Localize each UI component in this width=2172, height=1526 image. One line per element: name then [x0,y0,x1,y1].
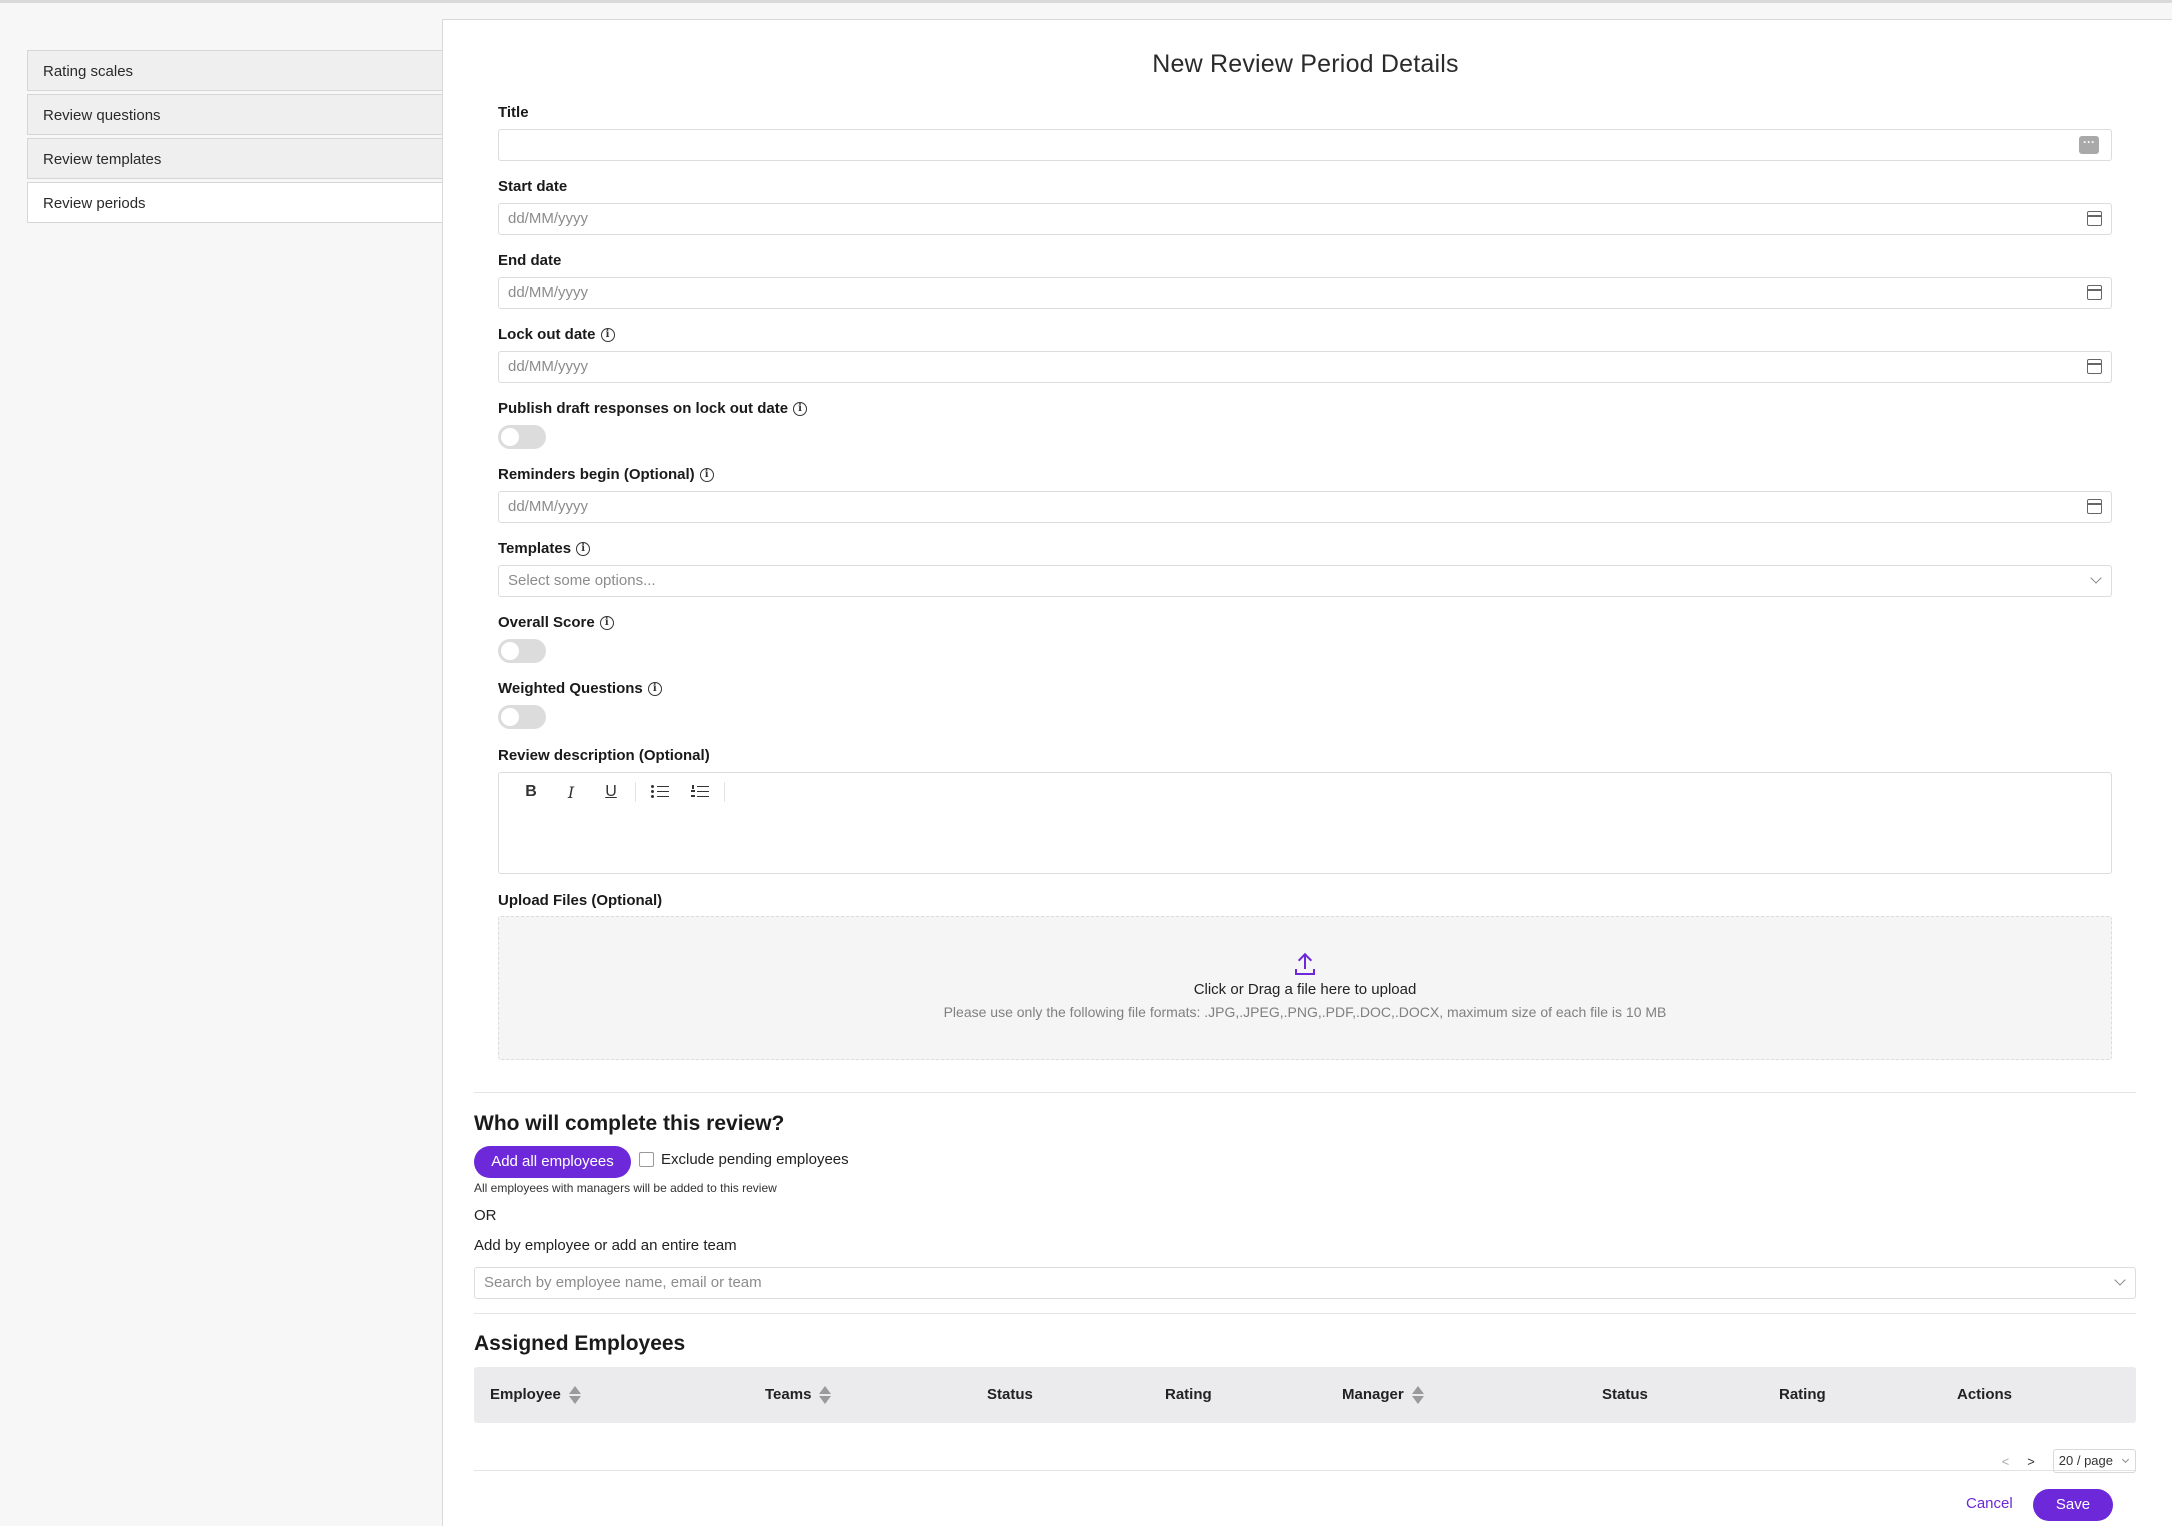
toolbar-divider [635,782,636,802]
column-manager-rating: Rating [1779,1386,1826,1403]
settings-sidebar: Rating scales Review questions Review te… [27,50,443,226]
numbered-list-icon [691,785,709,799]
reminders-input[interactable]: dd/MM/yyyy [498,491,2112,523]
employee-search-select[interactable]: Search by employee name, email or team [474,1267,2136,1299]
start-date-label: Start date [498,178,568,195]
sidebar-item-review-questions[interactable]: Review questions [27,94,443,135]
numbered-list-button[interactable] [680,779,720,805]
start-date-input[interactable]: dd/MM/yyyy [498,203,2112,235]
info-icon[interactable]: i [793,401,808,416]
assigned-employees-title: Assigned Employees [474,1332,686,1355]
sidebar-item-review-periods[interactable]: Review periods [27,182,443,223]
info-icon[interactable]: i [647,681,662,696]
more-options-icon[interactable]: ··· [2079,136,2099,154]
lockout-date-label: Lock out date i [498,326,615,343]
next-page-button[interactable]: > [2027,1454,2035,1469]
overall-score-toggle[interactable] [498,639,546,663]
bold-button[interactable]: B [511,779,551,805]
add-by-text: Add by employee or add an entire team [474,1237,737,1254]
column-teams[interactable]: Teams [765,1367,832,1423]
page-title: New Review Period Details [1152,50,1459,78]
exclude-pending-option[interactable]: Exclude pending employees [639,1151,849,1168]
info-icon[interactable]: i [576,541,591,556]
column-status: Status [987,1386,1033,1403]
description-editor[interactable]: B I U [498,772,2112,874]
or-text: OR [474,1207,497,1224]
prev-page-button[interactable]: < [2002,1454,2010,1469]
column-manager-status: Status [1602,1386,1648,1403]
bullet-list-icon [651,785,669,799]
column-rating: Rating [1165,1386,1212,1403]
info-icon[interactable]: i [599,615,614,630]
calendar-icon[interactable] [2087,211,2102,226]
chevron-down-icon [2121,1455,2130,1464]
description-label: Review description (Optional) [498,747,710,764]
upload-instruction: Click or Drag a file here to upload [1193,981,1417,998]
calendar-icon[interactable] [2087,359,2102,374]
weighted-questions-toggle[interactable] [498,705,546,729]
toolbar-divider [724,782,725,802]
templates-select[interactable]: Select some options... [498,565,2112,597]
upload-format-hint: Please use only the following file forma… [943,1004,1667,1020]
templates-label: Templates i [498,540,591,557]
add-all-note: All employees with managers will be adde… [474,1181,777,1195]
chevron-down-icon [2090,572,2102,584]
publish-draft-toggle[interactable] [498,425,546,449]
upload-label: Upload Files (Optional) [498,892,663,909]
sort-icon[interactable] [568,1386,581,1404]
sidebar-item-review-templates[interactable]: Review templates [27,138,443,179]
italic-button[interactable]: I [551,779,591,805]
exclude-pending-checkbox[interactable] [639,1152,654,1167]
weighted-questions-label: Weighted Questions i [498,680,662,697]
column-manager[interactable]: Manager [1342,1367,1424,1423]
cancel-button[interactable]: Cancel [1966,1495,2013,1512]
sort-icon[interactable] [819,1386,832,1404]
publish-draft-label: Publish draft responses on lock out date… [498,400,808,417]
assigned-employees-table-header: Employee Teams Status Rating Manager Sta… [474,1367,2136,1423]
info-icon[interactable]: i [699,467,714,482]
end-date-label: End date [498,252,562,269]
review-period-form: New Review Period Details Title ··· Star… [442,19,2172,1526]
upload-icon [1295,952,1315,975]
calendar-icon[interactable] [2087,499,2102,514]
underline-button[interactable]: U [591,779,631,805]
completion-section-title: Who will complete this review? [474,1112,785,1135]
column-employee[interactable]: Employee [490,1367,581,1423]
divider [474,1313,2136,1314]
bullet-list-button[interactable] [640,779,680,805]
chevron-down-icon [2114,1274,2126,1286]
lockout-date-input[interactable]: dd/MM/yyyy [498,351,2112,383]
calendar-icon[interactable] [2087,285,2102,300]
sidebar-item-rating-scales[interactable]: Rating scales [27,50,443,91]
page-size-select[interactable]: 20 / page [2052,1449,2136,1473]
column-actions: Actions [1957,1386,2013,1403]
top-border [0,0,2172,3]
editor-toolbar: B I U [499,773,2111,811]
divider [474,1470,2136,1471]
title-label: Title [498,104,529,121]
reminders-label: Reminders begin (Optional) i [498,466,714,483]
add-all-employees-button[interactable]: Add all employees [474,1146,631,1178]
divider [474,1092,2136,1093]
pagination: < > 20 / page [2002,1449,2136,1473]
save-button[interactable]: Save [2033,1489,2113,1521]
exclude-pending-label: Exclude pending employees [661,1151,849,1168]
info-icon[interactable]: i [600,327,615,342]
overall-score-label: Overall Score i [498,614,614,631]
end-date-input[interactable]: dd/MM/yyyy [498,277,2112,309]
sort-icon[interactable] [1411,1386,1424,1404]
title-input[interactable]: ··· [498,129,2112,161]
file-upload-dropzone[interactable]: Click or Drag a file here to upload Plea… [498,916,2112,1060]
